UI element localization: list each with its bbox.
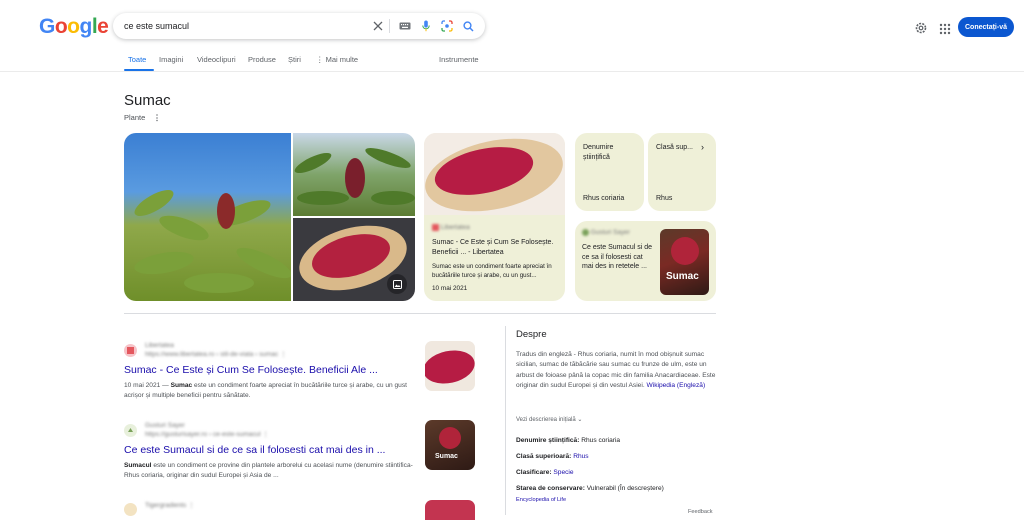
gallery-icon[interactable] bbox=[387, 274, 407, 294]
chevron-right-icon[interactable]: › bbox=[701, 142, 704, 152]
result-snippet: Sumacul este un condiment ce provine din… bbox=[124, 462, 413, 479]
wikipedia-link[interactable]: Wikipedia (Engleză) bbox=[647, 382, 706, 389]
entity-subtitle: Plante ⋮ bbox=[124, 113, 161, 122]
article-snippet: Sumac este un condiment foarte apreciat … bbox=[432, 263, 552, 279]
search-divider bbox=[389, 19, 390, 33]
tab-all[interactable]: Toate bbox=[128, 55, 146, 64]
search-icon[interactable] bbox=[460, 18, 476, 34]
result-thumbnail[interactable] bbox=[425, 500, 475, 520]
article-source: Libertatea bbox=[432, 224, 470, 231]
chevron-down-icon: ⌄ bbox=[577, 417, 583, 423]
result-title[interactable]: Ce este Sumacul si de ce sa il folosesti… bbox=[124, 444, 385, 456]
tools-button[interactable]: Instrumente bbox=[439, 55, 479, 64]
page-title: Sumac bbox=[124, 92, 171, 109]
article-date: 10 mai 2021 bbox=[432, 285, 468, 292]
fact-classification: Clasificare: Specie bbox=[516, 469, 574, 476]
active-tab-indicator bbox=[124, 69, 154, 71]
result-favicon bbox=[124, 503, 137, 516]
fact-value: Rhus bbox=[656, 195, 673, 202]
article-card[interactable]: Libertatea Sumac - Ce Este și Cum Se Fol… bbox=[424, 133, 565, 301]
lens-icon[interactable] bbox=[439, 18, 455, 34]
result-site: Gusturi Sayer https://gusturisayer.ro › c… bbox=[145, 422, 269, 438]
article2-card[interactable]: Gusturi Sayer Ce este Sumacul si de ce s… bbox=[575, 221, 716, 301]
column-divider bbox=[505, 326, 506, 515]
mic-icon[interactable] bbox=[418, 18, 434, 34]
header: Google Conectați-vă Toate Imagini Videoc… bbox=[0, 0, 1024, 72]
result-snippet: 10 mai 2021 — Sumac este un condiment fo… bbox=[124, 382, 407, 399]
about-heading: Despre bbox=[516, 329, 547, 340]
thumbnail-label: Sumac bbox=[435, 453, 458, 460]
google-logo[interactable]: Google bbox=[39, 15, 109, 39]
fact-scientific-name: Denumire științifică: Rhus coriaria bbox=[516, 437, 621, 444]
about-text: Tradus din engleză - Rhus coriaria, numi… bbox=[516, 351, 716, 389]
fact-label: Denumire științifică bbox=[583, 144, 614, 161]
article2-title: Ce este Sumacul si de ce sa il folosesti… bbox=[582, 244, 653, 270]
signin-button[interactable]: Conectați-vă bbox=[958, 17, 1014, 37]
superclass-link[interactable]: Rhus bbox=[573, 453, 588, 460]
result-site: Tigergradients ⋮ bbox=[145, 502, 195, 509]
tab-images[interactable]: Imagini bbox=[159, 55, 183, 64]
keyboard-icon[interactable] bbox=[397, 18, 413, 34]
settings-icon[interactable] bbox=[914, 21, 928, 35]
fact-superclass: Clasă superioară: Rhus bbox=[516, 453, 589, 460]
apps-icon[interactable] bbox=[939, 22, 951, 35]
sumac-berries-image[interactable] bbox=[293, 133, 415, 216]
fact-conservation: Starea de conservare: Vulnerabil (În des… bbox=[516, 485, 664, 492]
result-site: Libertatea https://www.libertatea.ro › st… bbox=[145, 342, 287, 358]
tab-more[interactable]: ⋮ Mai multe bbox=[316, 55, 358, 64]
image-collage[interactable] bbox=[124, 133, 415, 301]
search-box bbox=[113, 13, 485, 39]
result-thumbnail[interactable] bbox=[425, 341, 475, 391]
eol-link[interactable]: Encyclopedia of Life bbox=[516, 497, 566, 503]
feedback-link[interactable]: Feedback bbox=[688, 509, 713, 515]
classification-link[interactable]: Specie bbox=[553, 469, 573, 476]
thumbnail-label: Sumac bbox=[666, 271, 699, 282]
more-options-icon[interactable]: ⋮ bbox=[153, 113, 161, 122]
result-favicon bbox=[124, 424, 137, 437]
fact-value: Rhus coriaria bbox=[583, 195, 625, 202]
result-title[interactable]: Sumac - Ce Este și Cum Se Folosește. Ben… bbox=[124, 364, 378, 376]
original-description-link[interactable]: Vezi descrierea inițială ⌄ bbox=[516, 416, 582, 423]
search-input[interactable] bbox=[124, 18, 364, 34]
tab-news[interactable]: Știri bbox=[288, 55, 301, 64]
sumac-plant-image[interactable] bbox=[124, 133, 292, 301]
result-favicon bbox=[124, 344, 137, 357]
tab-videos[interactable]: Videoclipuri bbox=[197, 55, 236, 64]
article2-source: Gusturi Sayer bbox=[582, 229, 630, 236]
sumac-spice-image[interactable] bbox=[293, 218, 415, 301]
fact-card-scientific-name[interactable]: Denumire științifică Rhus coriaria bbox=[575, 133, 644, 211]
article-thumbnail bbox=[424, 133, 565, 215]
result-thumbnail[interactable]: Sumac bbox=[425, 420, 475, 470]
section-divider bbox=[124, 313, 716, 314]
article-title: Sumac - Ce Este și Cum Se Folosește. Ben… bbox=[432, 239, 554, 256]
article2-thumbnail: Sumac bbox=[660, 229, 709, 295]
fact-card-superclass[interactable]: Clasă sup... › Rhus bbox=[648, 133, 716, 211]
clear-icon[interactable] bbox=[370, 18, 386, 34]
tab-products[interactable]: Produse bbox=[248, 55, 276, 64]
